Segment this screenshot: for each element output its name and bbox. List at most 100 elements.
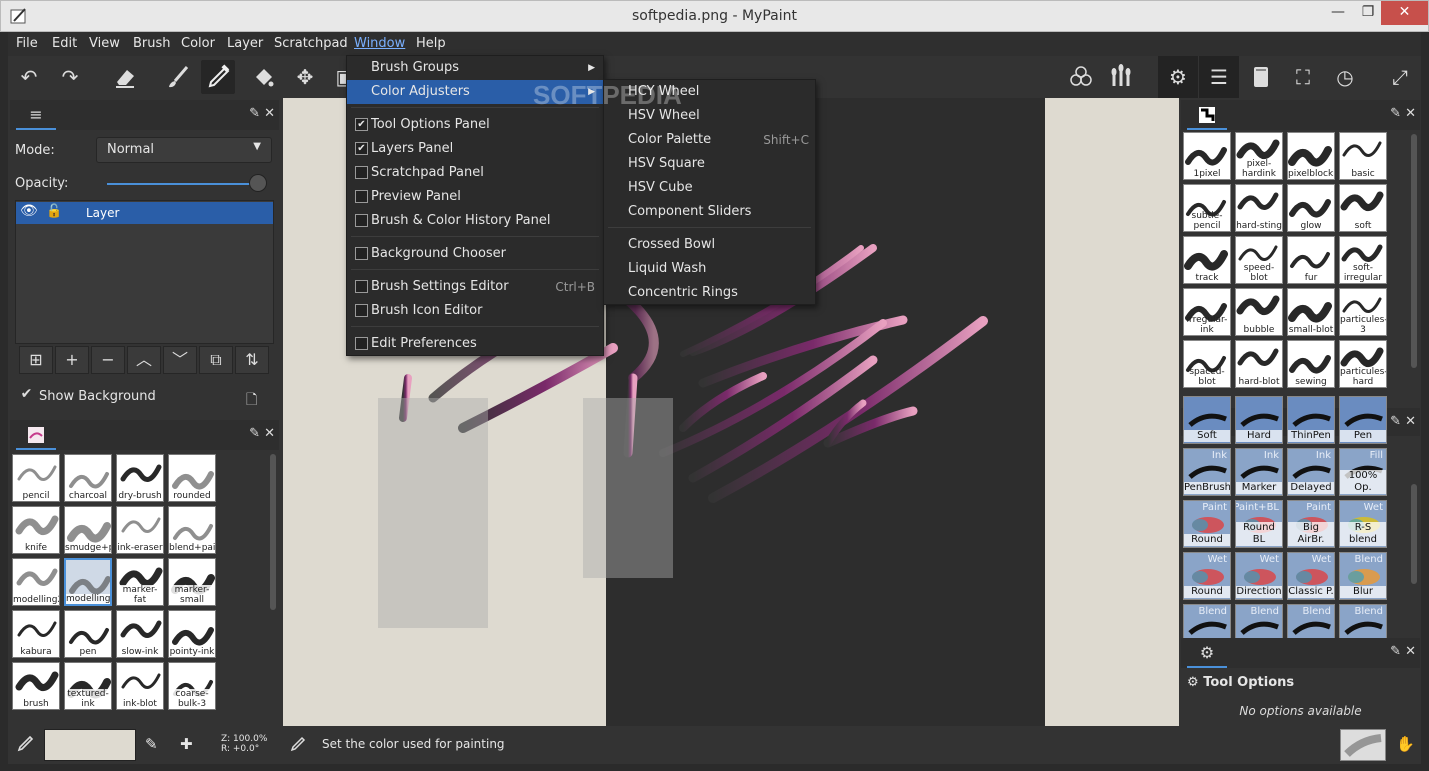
menu-item-brush-settings-editor[interactable]: Brush Settings Editor Ctrl+B bbox=[347, 275, 603, 299]
settings-gear-icon[interactable]: ⚙ bbox=[1158, 56, 1198, 98]
color-picker-icon[interactable] bbox=[16, 735, 34, 757]
menu-window[interactable]: Window bbox=[354, 36, 405, 51]
panel-pin-close[interactable]: ✎ ✕ bbox=[249, 106, 275, 121]
brush-marker-small[interactable]: marker-small bbox=[168, 558, 216, 606]
maximize-button[interactable]: ❐ bbox=[1353, 1, 1383, 25]
menu-checkbox[interactable] bbox=[355, 166, 368, 179]
right-brush-scrollbar[interactable] bbox=[1411, 134, 1417, 368]
minimize-button[interactable]: — bbox=[1323, 1, 1353, 25]
redo-icon[interactable]: ↷ bbox=[53, 60, 87, 94]
menu-item-layers-panel[interactable]: ✔ Layers Panel bbox=[347, 137, 603, 161]
submenu-item-color-palette[interactable]: Color Palette Shift+C bbox=[604, 128, 815, 152]
panel-pin-close[interactable]: ✎ ✕ bbox=[1390, 414, 1416, 429]
remove-layer-button[interactable]: − bbox=[91, 346, 125, 374]
menu-checkbox[interactable] bbox=[355, 190, 368, 203]
hamburger-menu-icon[interactable]: ☰ bbox=[1199, 56, 1239, 98]
brush-pixelblocking[interactable]: pixelblocking bbox=[1287, 132, 1335, 180]
duplicate-layer-button[interactable]: ⧉ bbox=[199, 346, 233, 374]
background-file-icon[interactable]: 🗋 bbox=[246, 389, 257, 413]
brush-soft-irregular[interactable]: soft-irregular bbox=[1339, 236, 1387, 284]
menu-color[interactable]: Color bbox=[181, 36, 215, 51]
brush-ink-eraser[interactable]: ink-eraser bbox=[116, 506, 164, 554]
brush-coarse-bulk-3[interactable]: coarse-bulk-3 bbox=[168, 662, 216, 710]
brush-charcoal[interactable]: charcoal bbox=[64, 454, 112, 502]
brush-sewing[interactable]: sewing bbox=[1287, 340, 1335, 388]
submenu-item-concentric-rings[interactable]: Concentric Rings bbox=[604, 281, 815, 305]
brush-brush[interactable]: brush bbox=[12, 662, 60, 710]
brush-track[interactable]: track bbox=[1183, 236, 1231, 284]
menu-file[interactable]: File bbox=[16, 36, 38, 51]
brush-smudge+paint[interactable]: smudge+paint bbox=[64, 506, 112, 554]
preset-brush-round[interactable]: Paint Round bbox=[1183, 500, 1231, 548]
brush-basic[interactable]: basic bbox=[1339, 132, 1387, 180]
opacity-slider-knob[interactable] bbox=[248, 174, 267, 192]
menu-item-brush-groups[interactable]: Brush Groups ▶ bbox=[347, 56, 603, 80]
preset-brush-100-op-[interactable]: Fill 100% Op. bbox=[1339, 448, 1387, 496]
right-brush-scrollbar-2[interactable] bbox=[1411, 484, 1417, 584]
expand-icon[interactable]: ⤢ bbox=[1383, 60, 1417, 94]
brush-pen[interactable]: pen bbox=[64, 610, 112, 658]
menu-item-tool-options-panel[interactable]: ✔ Tool Options Panel bbox=[347, 113, 603, 137]
scratchpad-icon[interactable] bbox=[1244, 60, 1278, 94]
brush-group-tab-icon[interactable] bbox=[16, 420, 56, 450]
brush-settings-icon[interactable]: ✋ bbox=[1396, 735, 1415, 753]
menu-checkbox[interactable] bbox=[355, 280, 368, 293]
brush-small-blot[interactable]: small-blot bbox=[1287, 288, 1335, 336]
brush-marker-fat[interactable]: marker-fat bbox=[116, 558, 164, 606]
menu-item-scratchpad-panel[interactable]: Scratchpad Panel bbox=[347, 161, 603, 185]
brush-particules-3[interactable]: particules-3 bbox=[1339, 288, 1387, 336]
menu-item-brush-icon-editor[interactable]: Brush Icon Editor bbox=[347, 299, 603, 323]
current-color-swatch[interactable] bbox=[44, 729, 136, 761]
show-background-checkbox[interactable]: ✔ bbox=[20, 387, 33, 402]
brush-slow-ink[interactable]: slow-ink bbox=[116, 610, 164, 658]
opacity-slider[interactable] bbox=[107, 183, 257, 185]
brush-hard-sting[interactable]: hard-sting bbox=[1235, 184, 1283, 232]
brush-hard-blot[interactable]: hard-blot bbox=[1235, 340, 1283, 388]
close-button[interactable]: ✕ bbox=[1381, 1, 1428, 25]
layers-tab-icon[interactable]: ≡ bbox=[16, 100, 56, 130]
preset-brush-classic-p-[interactable]: Wet Classic P. bbox=[1287, 552, 1335, 600]
brush-glow[interactable]: glow bbox=[1287, 184, 1335, 232]
menu-help[interactable]: Help bbox=[416, 36, 446, 51]
menu-view[interactable]: View bbox=[89, 36, 120, 51]
brush-1pixel[interactable]: 1pixel bbox=[1183, 132, 1231, 180]
brush-knife[interactable]: knife bbox=[12, 506, 60, 554]
add-layer-button[interactable]: + bbox=[55, 346, 89, 374]
add-brush-icon[interactable]: ✚ bbox=[180, 735, 193, 753]
fill-icon[interactable] bbox=[246, 60, 280, 94]
menu-edit[interactable]: Edit bbox=[52, 36, 77, 51]
history-clock-icon[interactable]: ◷ bbox=[1328, 60, 1362, 94]
brush-bubble[interactable]: bubble bbox=[1235, 288, 1283, 336]
preset-brush-thinpen[interactable]: ThinPen bbox=[1287, 396, 1335, 444]
brush-pixel-hardink[interactable]: pixel-hardink bbox=[1235, 132, 1283, 180]
brush-particules-hard[interactable]: particules-hard bbox=[1339, 340, 1387, 388]
submenu-item-component-sliders[interactable]: Component Sliders bbox=[604, 200, 815, 224]
menu-checkbox[interactable] bbox=[355, 337, 368, 350]
menu-item-brush-color-history-panel[interactable]: Brush & Color History Panel bbox=[347, 209, 603, 233]
preset-brush-delayed[interactable]: Ink Delayed bbox=[1287, 448, 1335, 496]
menu-layer[interactable]: Layer bbox=[227, 36, 263, 51]
brush-spaced-blot[interactable]: spaced-blot bbox=[1183, 340, 1231, 388]
menu-brush[interactable]: Brush bbox=[133, 36, 171, 51]
brush-icon[interactable] bbox=[161, 60, 195, 94]
layer-row[interactable]: 👁 🔓 Layer bbox=[16, 202, 273, 224]
preset-brush-big-airbr-[interactable]: Paint Big AirBr. bbox=[1287, 500, 1335, 548]
preset-brush-r-s-blend[interactable]: Wet R-S blend bbox=[1339, 500, 1387, 548]
move-layer-down-button[interactable]: ﹀ bbox=[163, 346, 197, 374]
menu-checkbox[interactable]: ✔ bbox=[355, 142, 368, 155]
brush-blend+paint[interactable]: blend+paint bbox=[168, 506, 216, 554]
menu-item-background-chooser[interactable]: Background Chooser bbox=[347, 242, 603, 266]
menu-checkbox[interactable] bbox=[355, 214, 368, 227]
current-brush-preview[interactable] bbox=[1340, 729, 1386, 761]
unlock-icon[interactable]: 🔓 bbox=[46, 204, 62, 219]
preset-brush-direction[interactable]: Wet Direction bbox=[1235, 552, 1283, 600]
panel-pin-close[interactable]: ✎ ✕ bbox=[1390, 106, 1416, 121]
color-picker-icon[interactable] bbox=[201, 60, 235, 94]
brush-textured-ink[interactable]: textured-ink bbox=[64, 662, 112, 710]
brush-pointy-ink[interactable]: pointy-ink bbox=[168, 610, 216, 658]
menu-checkbox[interactable] bbox=[355, 247, 368, 260]
submenu-item-liquid-wash[interactable]: Liquid Wash bbox=[604, 257, 815, 281]
submenu-item-hsv-cube[interactable]: HSV Cube bbox=[604, 176, 815, 200]
menu-scratchpad[interactable]: Scratchpad bbox=[274, 36, 348, 51]
menu-item-preview-panel[interactable]: Preview Panel bbox=[347, 185, 603, 209]
